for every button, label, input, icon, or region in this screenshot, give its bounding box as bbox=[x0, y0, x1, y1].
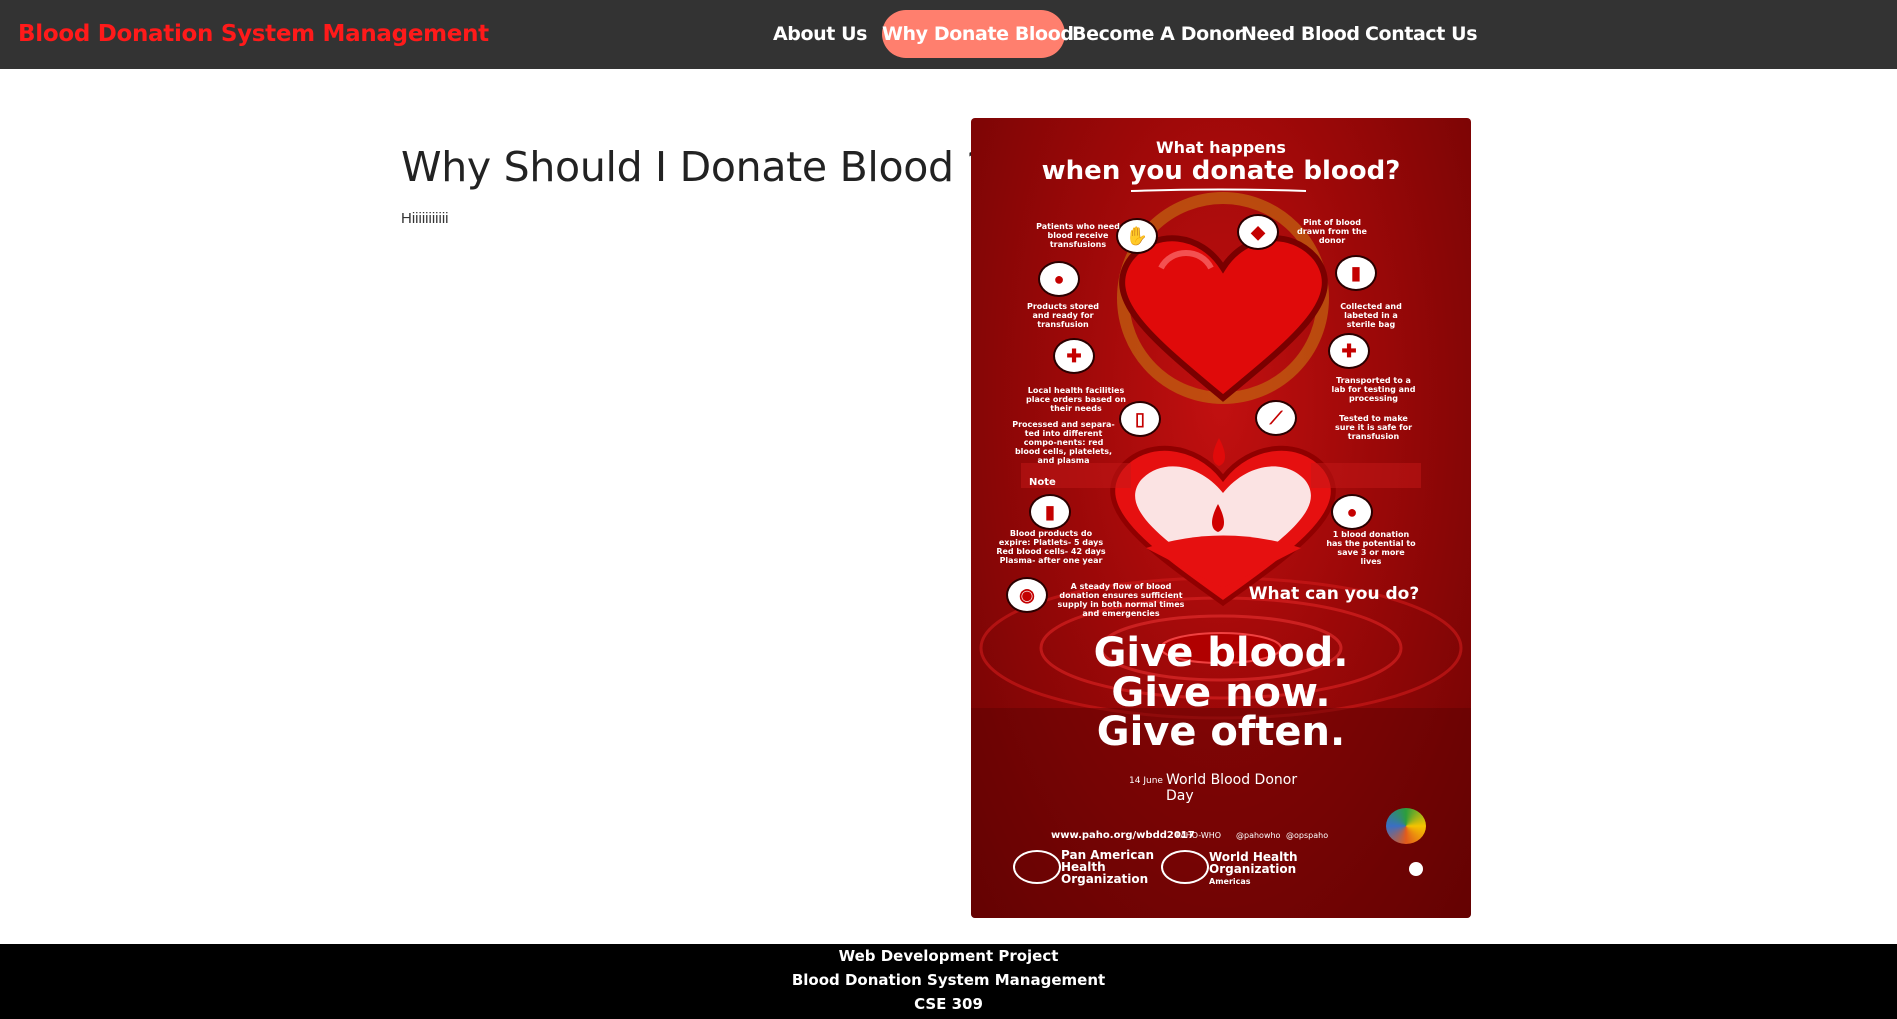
truck-icon: ✚ bbox=[1328, 333, 1370, 369]
nav-why-donate-blood[interactable]: Why Donate Blood bbox=[882, 10, 1074, 58]
nav-links: About Us Why Donate Blood Become A Donor… bbox=[0, 10, 1897, 58]
poster-org2-sub: Americas bbox=[1209, 877, 1251, 886]
poster-org2: World Health Organization bbox=[1209, 850, 1298, 876]
caption-stored: Products stored and ready for transfusio… bbox=[1026, 302, 1100, 329]
nav-become-a-donor[interactable]: Become A Donor bbox=[1072, 10, 1244, 58]
paho-emblem-icon bbox=[1013, 850, 1061, 884]
donor-symbol-icon bbox=[1409, 862, 1423, 876]
caption-local: Local health facilities place orders bas… bbox=[1026, 386, 1126, 413]
caption-processed: Processed and separa-ted into different … bbox=[1012, 420, 1115, 465]
steady-flow-icon: ◉ bbox=[1006, 577, 1048, 613]
poster-social-tw: @pahowho bbox=[1236, 831, 1281, 840]
poster-header-large: when you donate blood? bbox=[1041, 156, 1401, 186]
nav-about-us[interactable]: About Us bbox=[770, 10, 870, 58]
caption-pint: Pint of blood drawn from the donor bbox=[1297, 218, 1367, 245]
nav-need-blood[interactable]: Need Blood bbox=[1241, 10, 1360, 58]
donate-blood-poster: What happens when you donate blood? ✋ ◆ … bbox=[971, 118, 1471, 918]
poster-website: www.paho.org/wbdd2017 bbox=[1051, 830, 1195, 841]
poster-org1: Pan American Health Organization bbox=[1061, 848, 1155, 886]
poster-social-fb: PAHO-WHO bbox=[1176, 831, 1222, 840]
caption-expire: Blood products do expire: Platlets- 5 da… bbox=[996, 529, 1106, 565]
caption-lives: 1 blood donation has the potential to sa… bbox=[1326, 530, 1416, 566]
wbdd-logo-icon bbox=[1386, 808, 1426, 844]
hospital-icon: ✚ bbox=[1053, 338, 1095, 374]
who-emblem-icon bbox=[1161, 850, 1209, 884]
footer-line-project: Web Development Project bbox=[838, 947, 1059, 965]
caption-collected: Collected and labeted in a sterile bag bbox=[1340, 302, 1402, 329]
poster-day-date: 14 June bbox=[1129, 776, 1163, 786]
people-icon: ● bbox=[1331, 494, 1373, 530]
page-paragraph: Hiiiiiiiiiii bbox=[401, 210, 449, 227]
caption-transported: Transported to a lab for testing and pro… bbox=[1331, 376, 1416, 403]
poster-give-now: Give now. bbox=[1111, 670, 1331, 716]
poster-day-name: World Blood Donor Day bbox=[1166, 772, 1298, 804]
poster-what-can: What can you do? bbox=[1248, 584, 1420, 604]
poster-give-blood: Give blood. bbox=[1093, 630, 1349, 676]
nav-contact-us[interactable]: Contact Us bbox=[1365, 10, 1478, 58]
poster-give-often: Give often. bbox=[1096, 709, 1346, 755]
footer-line-course: CSE 309 bbox=[914, 995, 983, 1013]
blood-bag-icon: ◆ bbox=[1237, 214, 1279, 250]
footer-line-title: Blood Donation System Management bbox=[791, 971, 1106, 989]
page-footer: Web Development Project Blood Donation S… bbox=[0, 944, 1897, 1019]
poster-social-yt: @opspaho bbox=[1286, 831, 1329, 840]
piggy-bank-icon: ● bbox=[1038, 261, 1080, 297]
sterile-bag-icon: ▮ bbox=[1335, 255, 1377, 291]
top-navbar: Blood Donation System Management About U… bbox=[0, 0, 1897, 69]
note-bag-icon: ▮ bbox=[1029, 494, 1071, 530]
syringe-icon: ⟋ bbox=[1255, 400, 1297, 436]
caption-patients: Patients who need blood receive transfus… bbox=[1036, 222, 1120, 249]
caption-tested: Tested to make sure it is safe for trans… bbox=[1334, 414, 1413, 441]
caption-note-label: Note bbox=[1029, 477, 1056, 488]
page-title: Why Should I Donate Blood ? bbox=[401, 143, 988, 191]
caption-steady: A steady flow of blood donation ensures … bbox=[1057, 582, 1185, 618]
poster-header-small: What happens bbox=[1156, 138, 1286, 157]
